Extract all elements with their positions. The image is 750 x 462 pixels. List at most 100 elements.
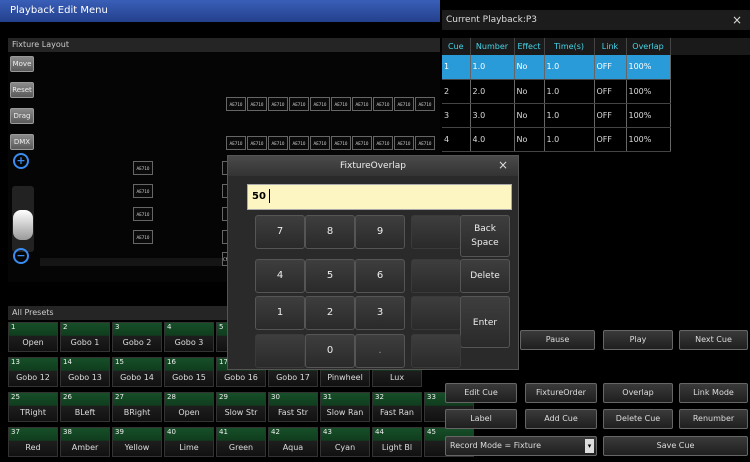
zoom-slider-knob[interactable]: [13, 210, 33, 240]
label-button[interactable]: Label: [445, 409, 517, 429]
fixture-order-button[interactable]: FixtureOrder: [525, 383, 597, 403]
fixture-icon[interactable]: AE710: [226, 97, 246, 111]
fixture-icon[interactable]: AE710: [310, 136, 330, 150]
fixture-icon[interactable]: AE710: [247, 136, 267, 150]
preset-button[interactable]: 13 Gobo 12: [8, 357, 58, 387]
preset-label: Lime: [179, 443, 199, 452]
preset-button[interactable]: 31 Slow Ran: [320, 392, 370, 422]
fixture-icon[interactable]: AE710: [331, 97, 351, 111]
preset-button[interactable]: 39 Yellow: [112, 427, 162, 457]
chevron-down-icon[interactable]: ▾: [585, 439, 594, 453]
drag-button[interactable]: Drag: [10, 108, 34, 124]
fixture-icon[interactable]: AE710: [268, 97, 288, 111]
fixture-icon[interactable]: AE710: [310, 97, 330, 111]
cue-row[interactable]: 1 1.0 No 1.0 OFF 100%: [442, 55, 671, 80]
fixture-icon[interactable]: AE710: [415, 97, 435, 111]
preset-button[interactable]: 2 Gobo 1: [60, 322, 110, 352]
backspace-key[interactable]: Back Space: [460, 215, 510, 257]
fixture-icon[interactable]: AE710: [133, 184, 153, 198]
preset-button[interactable]: 16 Gobo 15: [164, 357, 214, 387]
zoom-out-icon[interactable]: −: [13, 248, 29, 264]
col-effect[interactable]: Effect: [514, 38, 545, 55]
col-number[interactable]: Number: [470, 38, 515, 55]
col-cue[interactable]: Cue: [442, 38, 471, 55]
preset-button[interactable]: 30 Fast Str: [268, 392, 318, 422]
preset-button[interactable]: 15 Gobo 14: [112, 357, 162, 387]
record-mode-select[interactable]: Record Mode = Fixture ▾: [445, 436, 597, 456]
preset-button[interactable]: 29 Slow Str: [216, 392, 266, 422]
key-8[interactable]: 8: [305, 215, 355, 249]
key-1[interactable]: 1: [255, 296, 305, 330]
fixture-icon[interactable]: AE710: [394, 97, 414, 111]
preset-button[interactable]: 3 Gobo 2: [112, 322, 162, 352]
key-5[interactable]: 5: [305, 259, 355, 293]
fixture-icon[interactable]: AE710: [331, 136, 351, 150]
preset-button[interactable]: 25 TRight: [8, 392, 58, 422]
preset-number: 41: [219, 428, 228, 436]
enter-key[interactable]: Enter: [460, 296, 510, 348]
preset-button[interactable]: 40 Lime: [164, 427, 214, 457]
col-time[interactable]: Time(s): [544, 38, 595, 55]
fixture-icon[interactable]: AE710: [352, 136, 372, 150]
next-cue-button[interactable]: Next Cue: [679, 330, 748, 350]
key-4[interactable]: 4: [255, 259, 305, 293]
fixture-icon[interactable]: AE710: [289, 97, 309, 111]
fixture-icon[interactable]: AE710: [133, 161, 153, 175]
fixture-icon[interactable]: AE710: [133, 207, 153, 221]
edit-cue-button[interactable]: Edit Cue: [445, 383, 517, 403]
preset-button[interactable]: 1 Open: [8, 322, 58, 352]
preset-button[interactable]: 4 Gobo 3: [164, 322, 214, 352]
delete-key[interactable]: Delete: [460, 259, 510, 293]
key-decimal[interactable]: .: [355, 334, 405, 368]
link-mode-button[interactable]: Link Mode: [679, 383, 748, 403]
key-2[interactable]: 2: [305, 296, 355, 330]
fixture-icon[interactable]: AE710: [394, 136, 414, 150]
fixture-scrollbar[interactable]: [40, 258, 230, 266]
fixture-icon[interactable]: AE710: [226, 136, 246, 150]
preset-button[interactable]: 37 Red: [8, 427, 58, 457]
overlap-input[interactable]: 50: [247, 184, 512, 210]
cue-cell: 100%: [626, 55, 671, 80]
move-button[interactable]: Move: [10, 56, 34, 72]
zoom-in-icon[interactable]: +: [13, 153, 29, 169]
save-cue-button[interactable]: Save Cue: [603, 436, 748, 456]
preset-button[interactable]: 26 BLeft: [60, 392, 110, 422]
preset-button[interactable]: 32 Fast Ran: [372, 392, 422, 422]
cue-row[interactable]: 3 3.0 No 1.0 OFF 100%: [442, 103, 671, 128]
preset-button[interactable]: 27 BRight: [112, 392, 162, 422]
fixture-icon[interactable]: AE710: [373, 136, 393, 150]
fixture-icon[interactable]: AE710: [133, 230, 153, 244]
cue-row[interactable]: 4 4.0 No 1.0 OFF 100%: [442, 127, 671, 152]
preset-button[interactable]: 14 Gobo 13: [60, 357, 110, 387]
fixture-icon[interactable]: AE710: [289, 136, 309, 150]
key-7[interactable]: 7: [255, 215, 305, 249]
preset-button[interactable]: 41 Green: [216, 427, 266, 457]
fixture-icon[interactable]: AE710: [352, 97, 372, 111]
key-6[interactable]: 6: [355, 259, 405, 293]
dmx-button[interactable]: DMX: [10, 134, 34, 150]
col-overlap[interactable]: Overlap: [626, 38, 671, 55]
overlap-button[interactable]: Overlap: [603, 383, 673, 403]
key-9[interactable]: 9: [355, 215, 405, 249]
fixture-icon[interactable]: AE710: [247, 97, 267, 111]
renumber-button[interactable]: Renumber: [679, 409, 748, 429]
delete-cue-button[interactable]: Delete Cue: [603, 409, 673, 429]
preset-button[interactable]: 38 Amber: [60, 427, 110, 457]
preset-button[interactable]: 43 Cyan: [320, 427, 370, 457]
preset-button[interactable]: 42 Aqua: [268, 427, 318, 457]
add-cue-button[interactable]: Add Cue: [525, 409, 597, 429]
close-icon[interactable]: ×: [732, 10, 742, 30]
fixture-icon[interactable]: AE710: [415, 136, 435, 150]
play-button[interactable]: Play: [603, 330, 673, 350]
preset-button[interactable]: 28 Open: [164, 392, 214, 422]
key-0[interactable]: 0: [305, 334, 355, 368]
key-3[interactable]: 3: [355, 296, 405, 330]
fixture-icon[interactable]: AE710: [268, 136, 288, 150]
cue-row[interactable]: 2 2.0 No 1.0 OFF 100%: [442, 79, 671, 104]
fixture-icon[interactable]: AE710: [373, 97, 393, 111]
col-link[interactable]: Link: [594, 38, 627, 55]
preset-button[interactable]: 44 Light Bl: [372, 427, 422, 457]
pause-button[interactable]: Pause: [520, 330, 595, 350]
close-icon[interactable]: ×: [498, 158, 508, 172]
reset-button[interactable]: Reset: [10, 82, 34, 98]
